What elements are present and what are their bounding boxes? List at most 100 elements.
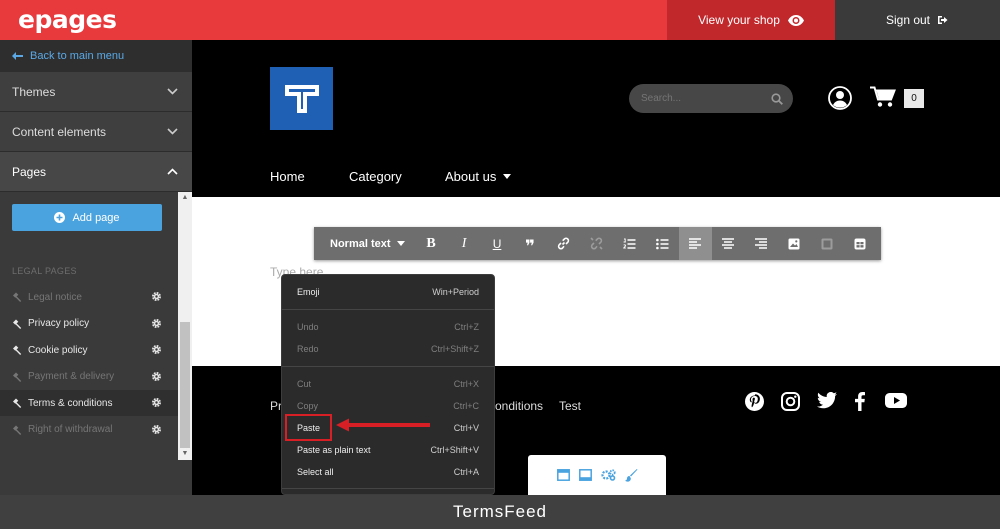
menu-item-cut[interactable]: Cut Ctrl+X bbox=[282, 373, 494, 395]
gear-icon[interactable] bbox=[151, 397, 162, 408]
hammer-icon bbox=[13, 345, 22, 355]
hammer-icon bbox=[13, 292, 22, 302]
shop-navigation: Home Category About us bbox=[192, 157, 1000, 197]
legal-page-item[interactable]: Privacy policy bbox=[0, 311, 178, 337]
scroll-down-arrow-icon[interactable]: ▼ bbox=[178, 448, 192, 460]
pages-section[interactable]: Pages bbox=[0, 152, 192, 192]
menu-item-label: Select all bbox=[297, 467, 334, 477]
legal-page-item[interactable]: Cookie policy bbox=[0, 337, 178, 363]
menu-item-shortcut: Ctrl+Shift+Z bbox=[430, 344, 479, 354]
unlink-icon[interactable] bbox=[580, 227, 613, 260]
content-elements-section[interactable]: Content elements bbox=[0, 112, 192, 152]
scroll-up-arrow-icon[interactable]: ▲ bbox=[178, 192, 192, 204]
menu-item-label: Copy bbox=[297, 401, 319, 411]
gear-icon[interactable] bbox=[151, 344, 162, 355]
menu-item-shortcut: Ctrl+V bbox=[453, 423, 479, 433]
gear-icon[interactable] bbox=[151, 291, 162, 302]
shop-logo[interactable] bbox=[270, 67, 333, 130]
gear-icon[interactable] bbox=[151, 371, 162, 382]
footer-link-terms-partial[interactable]: onditions bbox=[495, 399, 543, 413]
legal-page-item[interactable]: Payment & delivery bbox=[0, 364, 178, 390]
underline-icon[interactable]: U bbox=[481, 227, 514, 260]
align-center-icon[interactable] bbox=[712, 227, 745, 260]
legal-page-item[interactable]: Right of withdrawal bbox=[0, 417, 178, 443]
hammer-icon bbox=[13, 398, 22, 408]
termsfeed-banner: TermsFeed bbox=[0, 495, 1000, 529]
shopping-cart-icon[interactable] bbox=[870, 86, 896, 108]
legal-page-item[interactable]: Legal notice bbox=[0, 284, 178, 310]
sign-out-icon bbox=[938, 16, 948, 24]
nav-home[interactable]: Home bbox=[270, 169, 305, 184]
view-shop-label: View your shop bbox=[698, 13, 780, 27]
menu-item-emoji[interactable]: Emoji Win+Period bbox=[282, 281, 494, 303]
nav-about-us[interactable]: About us bbox=[445, 169, 512, 184]
nav-category[interactable]: Category bbox=[349, 169, 402, 184]
align-left-icon[interactable] bbox=[678, 227, 712, 260]
add-page-button[interactable]: Add page bbox=[12, 204, 162, 231]
youtube-icon[interactable] bbox=[885, 392, 907, 409]
add-page-label: Add page bbox=[72, 211, 120, 224]
sign-out-button[interactable]: Sign out bbox=[835, 0, 1000, 40]
settings-gears-icon[interactable] bbox=[600, 469, 616, 481]
chevron-up-icon bbox=[167, 168, 178, 175]
paste-highlight-box bbox=[285, 414, 332, 441]
menu-separator bbox=[282, 309, 494, 310]
instagram-icon[interactable] bbox=[781, 392, 800, 411]
text-format-label: Normal text bbox=[330, 237, 391, 250]
footer-link-test[interactable]: Test bbox=[559, 399, 581, 413]
hammer-icon bbox=[13, 319, 22, 329]
legal-page-item[interactable]: Terms & conditions bbox=[0, 390, 178, 416]
menu-item-select-all[interactable]: Select all Ctrl+A bbox=[282, 461, 494, 483]
caret-down-icon bbox=[503, 174, 512, 179]
text-format-dropdown[interactable]: Normal text bbox=[314, 227, 415, 260]
blockquote-icon[interactable]: ❞ bbox=[514, 227, 547, 260]
scrollbar-thumb[interactable] bbox=[180, 322, 190, 448]
menu-item-label: Undo bbox=[297, 322, 319, 332]
menu-item-label: Emoji bbox=[297, 287, 320, 297]
back-to-main-menu-link[interactable]: Back to main menu bbox=[0, 40, 192, 72]
search-input[interactable] bbox=[641, 93, 751, 104]
italic-icon[interactable]: I bbox=[448, 227, 481, 260]
layout-footer-icon[interactable] bbox=[578, 469, 592, 481]
user-account-icon[interactable] bbox=[828, 86, 852, 110]
facebook-icon[interactable] bbox=[855, 392, 865, 411]
menu-item-shortcut: Ctrl+A bbox=[453, 467, 479, 477]
insert-image-icon[interactable] bbox=[778, 227, 811, 260]
menu-item-shortcut: Win+Period bbox=[432, 287, 479, 297]
hammer-icon bbox=[13, 372, 22, 382]
epages-logo: epages bbox=[18, 5, 117, 34]
ordered-list-icon[interactable] bbox=[613, 227, 646, 260]
bullet-list-icon[interactable] bbox=[646, 227, 679, 260]
shop-search[interactable] bbox=[629, 84, 793, 113]
page-tools-bar bbox=[528, 455, 666, 495]
gear-icon[interactable] bbox=[151, 318, 162, 329]
legal-page-label: Terms & conditions bbox=[28, 397, 113, 409]
menu-item-shortcut: Ctrl+X bbox=[453, 379, 479, 389]
view-shop-button[interactable]: View your shop bbox=[667, 0, 835, 40]
twitter-icon[interactable] bbox=[817, 392, 837, 409]
paint-brush-icon[interactable] bbox=[624, 468, 638, 482]
insert-video-icon[interactable] bbox=[811, 227, 844, 260]
layout-header-icon[interactable] bbox=[556, 469, 570, 481]
bold-icon[interactable]: B bbox=[415, 227, 448, 260]
pages-label: Pages bbox=[12, 164, 47, 179]
pinterest-icon[interactable] bbox=[745, 392, 764, 411]
menu-item-label: Paste as plain text bbox=[297, 445, 371, 455]
plus-circle-icon bbox=[54, 212, 66, 223]
themes-section[interactable]: Themes bbox=[0, 72, 192, 112]
menu-separator bbox=[282, 488, 494, 489]
content-elements-label: Content elements bbox=[12, 124, 107, 139]
insert-table-icon[interactable] bbox=[844, 227, 877, 260]
align-right-icon[interactable] bbox=[745, 227, 778, 260]
legal-page-label: Cookie policy bbox=[28, 344, 88, 356]
hammer-icon bbox=[13, 425, 22, 435]
text-editor-toolbar: Normal text B I U ❞ bbox=[314, 227, 881, 260]
menu-item-redo[interactable]: Redo Ctrl+Shift+Z bbox=[282, 338, 494, 360]
menu-item-undo[interactable]: Undo Ctrl+Z bbox=[282, 316, 494, 338]
context-menu: Emoji Win+Period Undo Ctrl+Z Redo Ctrl+Shift+… bbox=[281, 274, 495, 495]
search-icon[interactable] bbox=[771, 92, 783, 105]
menu-item-paste-as-plain-text[interactable]: Paste as plain text Ctrl+Shift+V bbox=[282, 439, 494, 461]
gear-icon[interactable] bbox=[151, 424, 162, 435]
legal-page-label: Legal notice bbox=[28, 291, 82, 303]
link-icon[interactable] bbox=[547, 227, 580, 260]
